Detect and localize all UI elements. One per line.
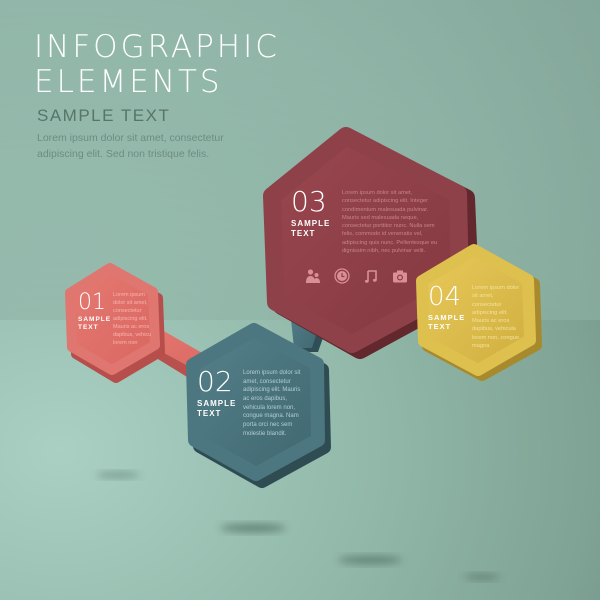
step-03-body: Lorem ipsum dolor sit amet, consectetur … (342, 190, 438, 254)
step-label-line-1: SAMPLE (197, 399, 237, 408)
step-label: SAMPLE TEXT (197, 399, 236, 419)
floor-shadow (464, 574, 500, 580)
step-label-line-2: TEXT (78, 324, 99, 332)
camera-icon (392, 268, 408, 284)
step-label: SAMPLE TEXT (291, 219, 330, 239)
step-label: SAMPLE TEXT (428, 313, 465, 332)
step-02: 02 SAMPLE TEXT (197, 368, 236, 419)
step-label-line-1: SAMPLE (291, 219, 331, 228)
step-label-line-2: TEXT (197, 409, 222, 418)
step-03-icons (305, 268, 408, 284)
step-number: 03 (291, 185, 327, 218)
music-note-icon (363, 268, 379, 284)
step-label: SAMPLE TEXT (78, 316, 111, 332)
step-label-line-2: TEXT (291, 229, 316, 238)
floor-shadow (338, 556, 402, 564)
step-label-line-2: TEXT (428, 322, 452, 332)
step-number: 01 (78, 290, 106, 315)
step-01-body: Lorem ipsum dolor sit amet, consectetur … (113, 292, 152, 346)
floor-shadow (96, 472, 140, 478)
people-icon (305, 268, 321, 284)
step-03: 03 SAMPLE TEXT (291, 188, 330, 239)
step-number: 04 (428, 282, 462, 312)
floor-shadow (220, 524, 286, 532)
step-01: 01 SAMPLE TEXT (78, 292, 111, 332)
step-02-body: Lorem ipsum dolor sit amet, consectetur … (243, 370, 301, 437)
step-label-line-1: SAMPLE (78, 316, 112, 323)
step-04: 04 SAMPLE TEXT (428, 284, 465, 332)
step-label-line-1: SAMPLE (428, 313, 466, 322)
step-number: 02 (197, 365, 233, 398)
clock-icon (334, 268, 350, 284)
step-04-body: Lorem ipsum dolor sit amet, consectetur … (472, 285, 520, 349)
